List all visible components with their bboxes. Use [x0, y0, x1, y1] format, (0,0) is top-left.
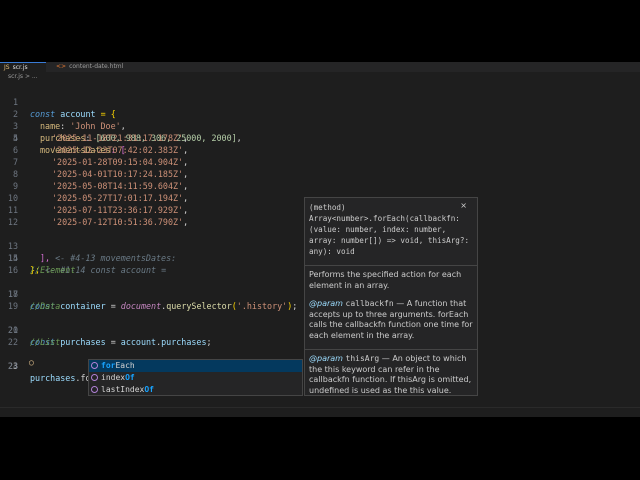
tab-content-date-html[interactable]: <> content-date.html: [52, 62, 140, 72]
date-string: '2025-07-12T10:51:36.790Z': [52, 217, 184, 227]
identifier: purchases: [30, 373, 76, 383]
suggestion-item-lastindexof[interactable]: lastIndexOf: [89, 384, 302, 396]
line-number: 19: [7, 301, 18, 311]
date-string: '2025-01-28T09:15:04.904Z': [52, 157, 184, 167]
suggestion-item-foreach[interactable]: forEach: [89, 360, 302, 372]
date-string: '2025-05-27T17:01:17.194Z': [52, 193, 184, 203]
comment: //Element: [30, 265, 76, 275]
line-number: 5: [12, 133, 18, 143]
date-string: '2025-12-23T07:42:02.383Z': [52, 145, 184, 155]
tab-scr-js[interactable]: JS scr.js: [0, 62, 46, 72]
code-line-4[interactable]: 4 movementsDates: [: [0, 120, 640, 155]
line-number: 9: [12, 181, 18, 191]
line-number: 7: [12, 157, 18, 167]
line-number: 15: [7, 253, 18, 263]
suggestion-widget[interactable]: forEach indexOf lastIndexOf: [88, 359, 303, 396]
js-file-icon: JS: [4, 64, 10, 71]
method-icon: [91, 362, 98, 369]
code-line-9[interactable]: 9'2025-05-08T14:11:59.604Z',: [0, 180, 640, 192]
code-line-5[interactable]: 5'2025-11-18T21:31:17.178Z',: [0, 132, 640, 144]
method-icon: [91, 374, 98, 381]
divider: [305, 349, 477, 350]
line-number: 10: [7, 193, 18, 203]
tab-bar: JS scr.js <> content-date.html: [0, 62, 640, 72]
line-number: 16: [7, 265, 18, 275]
line-number: 24: [7, 361, 18, 371]
divider: [305, 265, 477, 266]
code-line-1[interactable]: 1 const account = {: [0, 84, 640, 119]
lightbulb-icon[interactable]: ◯: [29, 358, 34, 367]
line-number: 18: [7, 289, 18, 299]
hover-documentation: × (method) Array<number>.forEach(callbac…: [304, 197, 478, 396]
comment: //Data: [30, 301, 61, 311]
line-number: 21: [7, 325, 18, 335]
param-callbackfn: @param callbackfn — A function that acce…: [309, 299, 473, 340]
method-icon: [91, 386, 98, 393]
code-line-8[interactable]: 8'2025-04-01T10:17:24.185Z',: [0, 168, 640, 180]
code-line-7[interactable]: 7'2025-01-28T09:15:04.904Z',: [0, 156, 640, 168]
code-line-3[interactable]: 3 purchases: [600, 988, 306, 25000, 2000…: [0, 108, 640, 143]
line-number: 11: [7, 205, 18, 215]
html-file-icon: <>: [56, 63, 67, 70]
line-number: 6: [12, 145, 18, 155]
suggestion-item-indexof[interactable]: indexOf: [89, 372, 302, 384]
comment: //List: [30, 337, 61, 347]
code-line-2[interactable]: 2 name: 'John Doe',: [0, 96, 640, 131]
date-string: '2025-04-01T10:17:24.185Z': [52, 169, 184, 179]
close-icon[interactable]: ×: [460, 201, 467, 212]
line-number: 22: [7, 337, 18, 347]
breadcrumb[interactable]: scr.js > ...: [0, 72, 640, 82]
line-number: 12: [7, 217, 18, 227]
date-string: '2025-11-18T21:31:17.178Z': [52, 133, 184, 143]
date-string: '2025-07-11T23:36:17.929Z': [52, 205, 184, 215]
method-description: Performs the specified action for each e…: [309, 270, 462, 290]
line-number: 8: [12, 169, 18, 179]
param-thisarg: @param thisArg — An object to which the …: [309, 354, 472, 395]
date-string: '2025-05-08T14:11:59.604Z': [52, 181, 184, 191]
method-signature: (method) Array<number>.forEach(callbackf…: [309, 203, 474, 256]
current-line-highlight: [0, 407, 640, 417]
code-line-6[interactable]: 6'2025-12-23T07:42:02.383Z',: [0, 144, 640, 156]
